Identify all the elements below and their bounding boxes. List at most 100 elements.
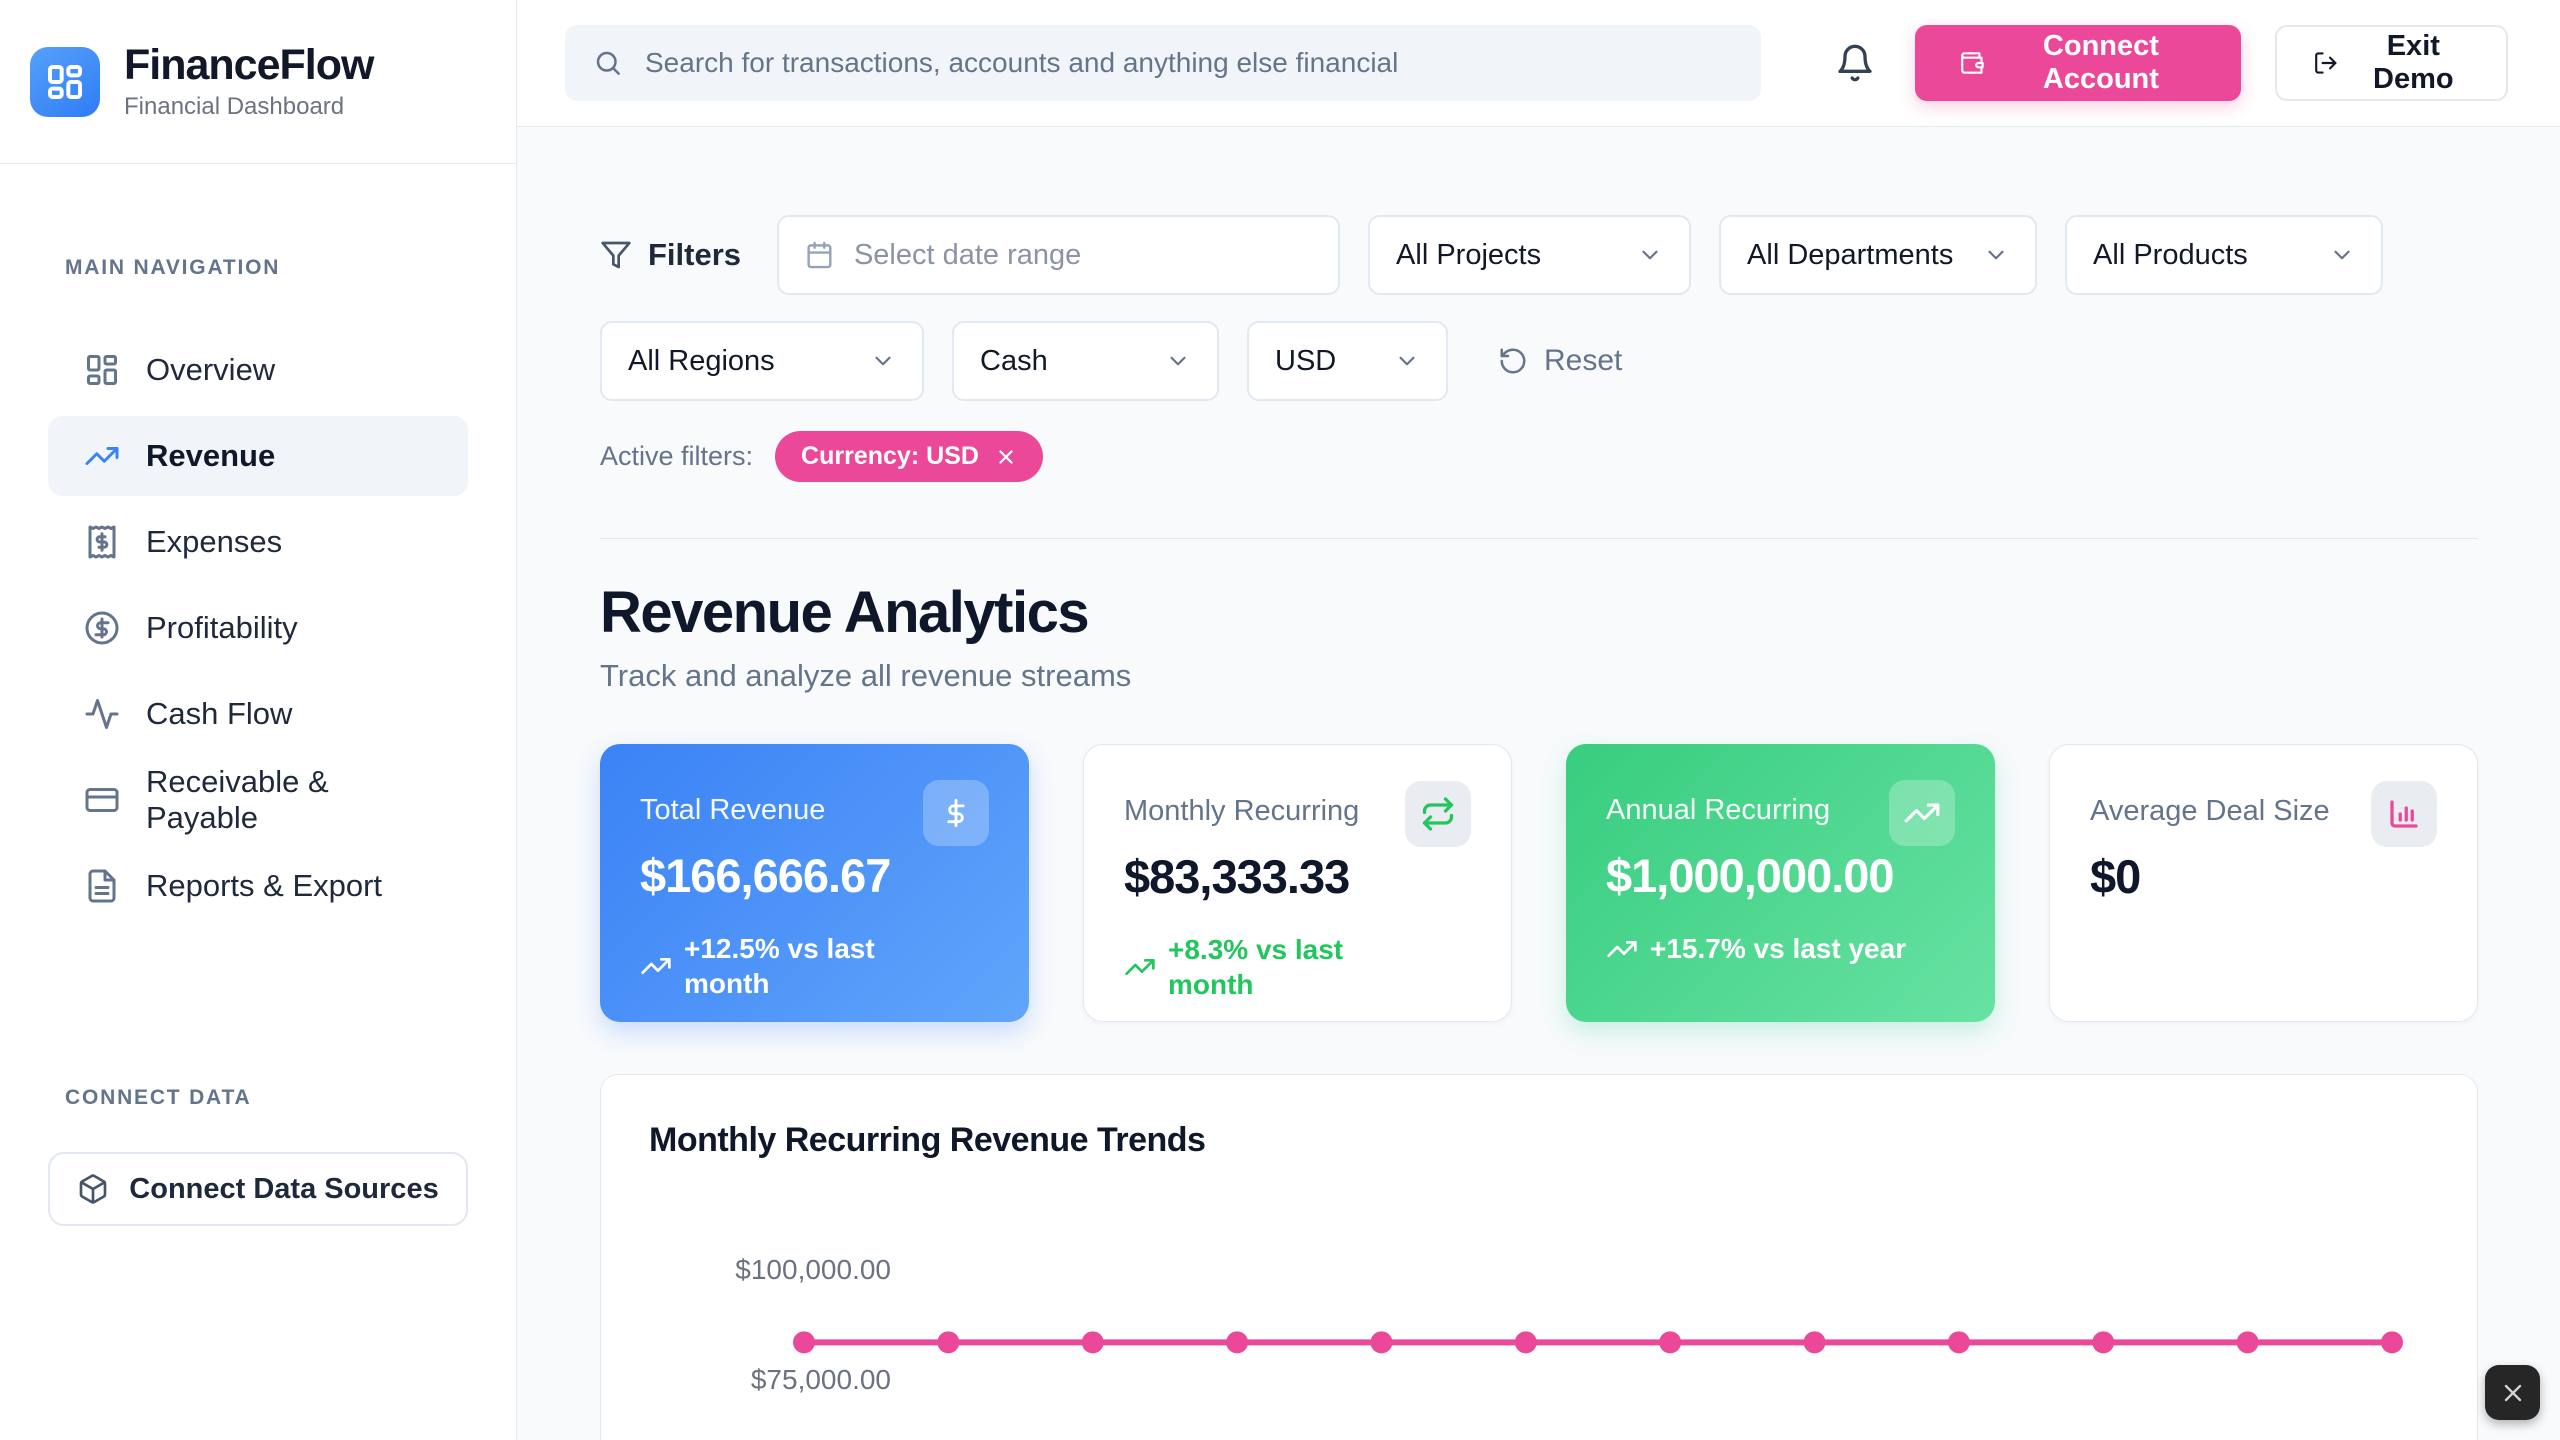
log-out-icon	[2313, 47, 2339, 79]
circle-dollar-icon	[84, 610, 120, 646]
trending-up-icon	[640, 950, 672, 982]
data-point[interactable]	[1370, 1331, 1392, 1353]
kpi-card-average-deal-size: Average Deal Size $0	[2049, 744, 2478, 1022]
topbar: Connect Account Exit Demo	[517, 0, 2560, 127]
wallet-icon	[1959, 47, 1985, 79]
filter-icon	[600, 239, 632, 271]
filter-chip-currency[interactable]: Currency: USD	[775, 431, 1043, 482]
main-content: Filters All Projects All Departments All…	[517, 127, 2560, 1440]
sidebar-item-label: Profitability	[146, 610, 298, 646]
chevron-down-icon	[1165, 348, 1191, 374]
kpi-delta: +15.7% vs last year	[1606, 931, 1955, 966]
sidebar-item-receivable-payable[interactable]: Receivable & Payable	[48, 760, 468, 840]
data-point[interactable]	[937, 1331, 959, 1353]
kpi-card-total-revenue: Total Revenue $166,666.67 +12.5% vs last…	[600, 744, 1029, 1022]
regions-select[interactable]: All Regions	[600, 321, 924, 401]
sidebar-item-label: Expenses	[146, 524, 282, 560]
products-select-value: All Products	[2093, 239, 2248, 272]
nav-section-label: MAIN NAVIGATION	[0, 256, 516, 280]
sidebar-item-revenue[interactable]: Revenue	[48, 416, 468, 496]
active-filters-row: Active filters: Currency: USD	[600, 431, 2478, 482]
connect-account-button[interactable]: Connect Account	[1915, 25, 2241, 101]
kpi-label: Average Deal Size	[2090, 781, 2330, 828]
search-input[interactable]	[645, 47, 1733, 79]
data-point[interactable]	[1515, 1331, 1537, 1353]
sidebar-item-expenses[interactable]: Expenses	[48, 502, 468, 582]
sidebar-item-label: Receivable & Payable	[146, 764, 432, 836]
products-select[interactable]: All Products	[2065, 215, 2383, 295]
data-point[interactable]	[2381, 1331, 2403, 1353]
layout-dashboard-icon	[45, 62, 85, 102]
exit-demo-label: Exit Demo	[2357, 30, 2470, 96]
accounting-basis-select[interactable]: Cash	[952, 321, 1219, 401]
projects-select-value: All Projects	[1396, 239, 1541, 272]
exit-demo-button[interactable]: Exit Demo	[2275, 25, 2508, 101]
credit-card-icon	[84, 782, 120, 818]
chart-title: Monthly Recurring Revenue Trends	[649, 1121, 2429, 1160]
sidebar-item-label: Overview	[146, 352, 275, 388]
reset-filters-button[interactable]: Reset	[1498, 344, 1622, 378]
notifications-button[interactable]	[1829, 37, 1881, 89]
sidebar: FinanceFlow Financial Dashboard MAIN NAV…	[0, 0, 517, 1440]
data-point[interactable]	[793, 1331, 815, 1353]
app-title: FinanceFlow	[124, 42, 373, 89]
kpi-value: $166,666.67	[640, 848, 989, 903]
mrr-trends-chart-card: Monthly Recurring Revenue Trends $100,00…	[600, 1074, 2478, 1440]
sidebar-item-reports-export[interactable]: Reports & Export	[48, 846, 468, 926]
calendar-icon	[805, 239, 834, 271]
activity-icon	[84, 696, 120, 732]
filters-row-1: Filters All Projects All Departments All…	[600, 215, 2478, 295]
date-range-field[interactable]	[854, 239, 1312, 272]
trending-up-icon	[1889, 780, 1955, 846]
projects-select[interactable]: All Projects	[1368, 215, 1691, 295]
close-icon[interactable]	[995, 446, 1017, 468]
sidebar-item-profitability[interactable]: Profitability	[48, 588, 468, 668]
receipt-icon	[84, 524, 120, 560]
main-navigation: Overview Revenue Expenses Profitability	[0, 330, 516, 926]
departments-select-value: All Departments	[1747, 239, 1953, 272]
reset-label: Reset	[1544, 344, 1622, 378]
app-logo-icon	[30, 47, 100, 117]
kpi-value: $1,000,000.00	[1606, 848, 1955, 903]
kpi-value: $83,333.33	[1124, 849, 1471, 904]
logo-section: FinanceFlow Financial Dashboard	[0, 0, 516, 164]
connect-data-sources-button[interactable]: Connect Data Sources	[48, 1152, 468, 1226]
file-text-icon	[84, 868, 120, 904]
chevron-down-icon	[1394, 348, 1420, 374]
kpi-label: Total Revenue	[640, 780, 825, 827]
kpi-value: $0	[2090, 849, 2437, 904]
trending-up-icon	[1124, 951, 1156, 983]
sidebar-item-label: Revenue	[146, 438, 275, 474]
data-point[interactable]	[1082, 1331, 1104, 1353]
dollar-icon	[923, 780, 989, 846]
sidebar-item-label: Cash Flow	[146, 696, 292, 732]
currency-select[interactable]: USD	[1247, 321, 1448, 401]
sidebar-item-cash-flow[interactable]: Cash Flow	[48, 674, 468, 754]
kpi-cards-row: Total Revenue $166,666.67 +12.5% vs last…	[600, 744, 2478, 1022]
cube-icon	[77, 1173, 109, 1205]
data-point[interactable]	[1804, 1331, 1826, 1353]
data-point[interactable]	[2092, 1331, 2114, 1353]
chevron-down-icon	[1983, 242, 2009, 268]
filter-chip-label: Currency: USD	[801, 442, 979, 471]
departments-select[interactable]: All Departments	[1719, 215, 2037, 295]
connect-data-section-label: CONNECT DATA	[0, 1086, 516, 1110]
accounting-basis-value: Cash	[980, 345, 1048, 378]
regions-select-value: All Regions	[628, 345, 775, 378]
chart-line-series	[649, 1210, 2431, 1440]
app-tagline: Financial Dashboard	[124, 93, 373, 121]
data-point[interactable]	[1226, 1331, 1248, 1353]
data-point[interactable]	[2237, 1331, 2259, 1353]
page-subtitle: Track and analyze all revenue streams	[600, 658, 2478, 694]
sidebar-item-overview[interactable]: Overview	[48, 330, 468, 410]
kpi-card-monthly-recurring: Monthly Recurring $83,333.33 +8.3% vs la…	[1083, 744, 1512, 1022]
date-range-input[interactable]	[777, 215, 1340, 295]
kpi-card-annual-recurring: Annual Recurring $1,000,000.00 +15.7% vs…	[1566, 744, 1995, 1022]
data-point[interactable]	[1948, 1331, 1970, 1353]
chevron-down-icon	[1637, 242, 1663, 268]
overlay-close-button[interactable]	[2485, 1365, 2540, 1420]
mrr-line-chart: $100,000.00 $75,000.00 $50,000.00	[649, 1210, 2429, 1440]
kpi-label: Annual Recurring	[1606, 780, 1830, 827]
search-box[interactable]	[565, 25, 1761, 101]
data-point[interactable]	[1659, 1331, 1681, 1353]
